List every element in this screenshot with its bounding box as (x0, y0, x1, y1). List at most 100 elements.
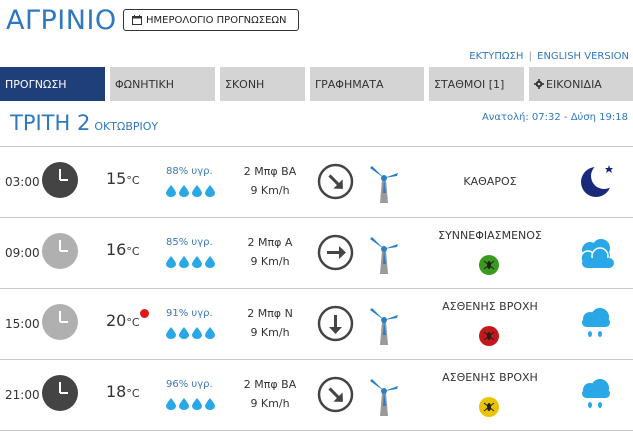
drop-icon (179, 185, 189, 197)
clock-icon (42, 162, 78, 198)
wind-speed: 9 Km/h (250, 184, 290, 197)
drop-icon (192, 398, 202, 410)
weather-condition: ΚΑΘΑΡΟΣ (463, 175, 517, 188)
wind-force: 2 Μπφ Α (247, 236, 293, 249)
tab-label: ΠΡΟΓΝΩΣΗ (5, 77, 67, 91)
weather-condition: ΑΣΘΕΝΗΣ ΒΡΟΧΗ (442, 371, 538, 384)
humidity-drops (166, 185, 215, 197)
temperature-value: 15 (106, 169, 127, 188)
sunrise-sunset: Ανατολή: 07:32 - Δύση 19:18 (481, 112, 628, 123)
humidity: 85% υγρ. (166, 237, 213, 248)
wind-turbine-icon (370, 237, 398, 274)
drop-icon (179, 398, 189, 410)
humidity: 96% υγρ. (166, 379, 213, 390)
calendar-icon (132, 15, 142, 25)
drop-icon (192, 327, 202, 339)
tab-voice[interactable]: ΦΩΝΗΤΙΚΗ (110, 67, 215, 101)
forecast-month: ΟΚΤΩΒΡΙΟΥ (94, 120, 159, 133)
tab-label: ΣΤΑΘΜΟΙ [1] (434, 77, 505, 91)
wind-speed: 9 Km/h (250, 255, 290, 268)
city-title: ΑΓΡΙΝΙΟ (6, 5, 117, 36)
forecast-time: 09:00 (5, 246, 40, 260)
tab-label: ΦΩΝΗΤΙΚΗ (115, 77, 175, 91)
drop-icon (192, 256, 202, 268)
light-rain-icon (582, 379, 610, 408)
moon-icon (581, 163, 616, 197)
forecast-date: ΤΡΙΤΗ 2 ΟΚΤΩΒΡΙΟΥ (10, 111, 158, 135)
light-rain-icon (582, 308, 610, 337)
wind-force: 2 Μπφ ΒΑ (243, 165, 297, 178)
tab-dust[interactable]: ΣΚΟΝΗ (220, 67, 305, 101)
mosquito-alert-icon (479, 397, 499, 417)
forecast-time: 03:00 (5, 175, 40, 189)
temperature-value: 20 (106, 311, 127, 330)
weather-condition: ΑΣΘΕΝΗΣ ΒΡΟΧΗ (442, 300, 538, 313)
gear-icon (534, 79, 544, 89)
forecast-row: 09:00 16°C 85% υγρ. 2 Μπφ Α 9 Km/h ΣΥΝΝΕ… (0, 217, 633, 287)
drop-icon (205, 398, 215, 410)
tab-label: ΕΙΚΟΝΙΔΙΑ (546, 77, 602, 91)
print-link[interactable]: ΕΚΤΥΠΩΣΗ (469, 51, 523, 62)
wind-direction-icon (317, 234, 354, 271)
forecast-calendar-button[interactable]: ΗΜΕΡΟΛΟΓΙΟ ΠΡΟΓΝΩΣΕΩΝ (123, 9, 299, 31)
drop-icon (166, 185, 176, 197)
clock-icon (42, 233, 78, 269)
forecast-row: 21:00 18°C 96% υγρ. 2 Μπφ ΒΑ 9 Km/h ΑΣΘΕ… (0, 359, 633, 429)
forecast-time: 21:00 (5, 388, 40, 402)
temperature: 18°C (106, 382, 140, 401)
temperature-value: 16 (106, 240, 127, 259)
drop-icon (166, 398, 176, 410)
wind-force: 2 Μπφ Ν (247, 307, 293, 320)
drop-icon (205, 185, 215, 197)
drop-icon (192, 185, 202, 197)
tab-icons[interactable]: ΕΙΚΟΝΙΔΙΑ (529, 67, 633, 101)
weather-condition: ΣΥΝΝΕΦΙΑΣΜΕΝΟΣ (438, 229, 542, 242)
mosquito-alert-icon (479, 255, 499, 275)
drop-icon (205, 256, 215, 268)
wind-direction-icon (317, 376, 354, 413)
tab-charts[interactable]: ΓΡΑΦΗΜΑΤΑ (310, 67, 424, 101)
forecast-row: 15:00 20°C 91% υγρ. 2 Μπφ Ν 9 Km/h ΑΣΘΕΝ… (0, 288, 633, 358)
temperature-unit: °C (126, 387, 140, 400)
humidity-drops (166, 256, 215, 268)
drop-icon (166, 327, 176, 339)
tab-forecast[interactable]: ΠΡΟΓΝΩΣΗ (0, 67, 105, 101)
clock-icon (42, 304, 78, 340)
temperature-unit: °C (126, 245, 140, 258)
temperature-value: 18 (106, 382, 127, 401)
temperature: 20°C (106, 311, 140, 330)
wind-turbine-icon (370, 379, 398, 416)
temperature-unit: °C (126, 316, 140, 329)
english-version-link[interactable]: ENGLISH VERSION (537, 51, 629, 62)
temperature: 15°C (106, 169, 140, 188)
tab-label: ΣΚΟΝΗ (225, 77, 265, 91)
wind-speed: 9 Km/h (250, 326, 290, 339)
forecast-time: 15:00 (5, 317, 40, 331)
forecast-row: 03:00 15°C 88% υγρ. 2 Μπφ ΒΑ 9 Km/h ΚΑΘΑ… (0, 146, 633, 216)
temperature: 16°C (106, 240, 140, 259)
top-links: ΕΚΤΥΠΩΣΗ | ENGLISH VERSION (469, 51, 629, 62)
wind-turbine-icon (370, 166, 398, 203)
link-separator: | (528, 51, 532, 62)
tab-stations[interactable]: ΣΤΑΘΜΟΙ [1] (429, 67, 524, 101)
wind-direction-icon (317, 163, 354, 200)
cloudy-icon (580, 239, 614, 268)
drop-icon (205, 327, 215, 339)
humidity: 88% υγρ. (166, 166, 213, 177)
forecast-day: ΤΡΙΤΗ 2 (10, 111, 91, 135)
wind-force: 2 Μπφ ΒΑ (243, 378, 297, 391)
tab-label: ΓΡΑΦΗΜΑΤΑ (315, 77, 384, 91)
humidity-drops (166, 327, 215, 339)
wind-turbine-icon (370, 308, 398, 345)
mosquito-alert-icon (479, 326, 499, 346)
wind-direction-icon (317, 305, 354, 342)
wind-speed: 9 Km/h (250, 397, 290, 410)
clock-icon (42, 375, 78, 411)
humidity-drops (166, 398, 215, 410)
tab-bar: ΠΡΟΓΝΩΣΗ ΦΩΝΗΤΙΚΗ ΣΚΟΝΗ ΓΡΑΦΗΜΑΤΑ ΣΤΑΘΜΟ… (0, 67, 633, 101)
temperature-unit: °C (126, 174, 140, 187)
temp-alert-dot (140, 309, 149, 318)
drop-icon (166, 256, 176, 268)
drop-icon (179, 256, 189, 268)
humidity: 91% υγρ. (166, 308, 213, 319)
